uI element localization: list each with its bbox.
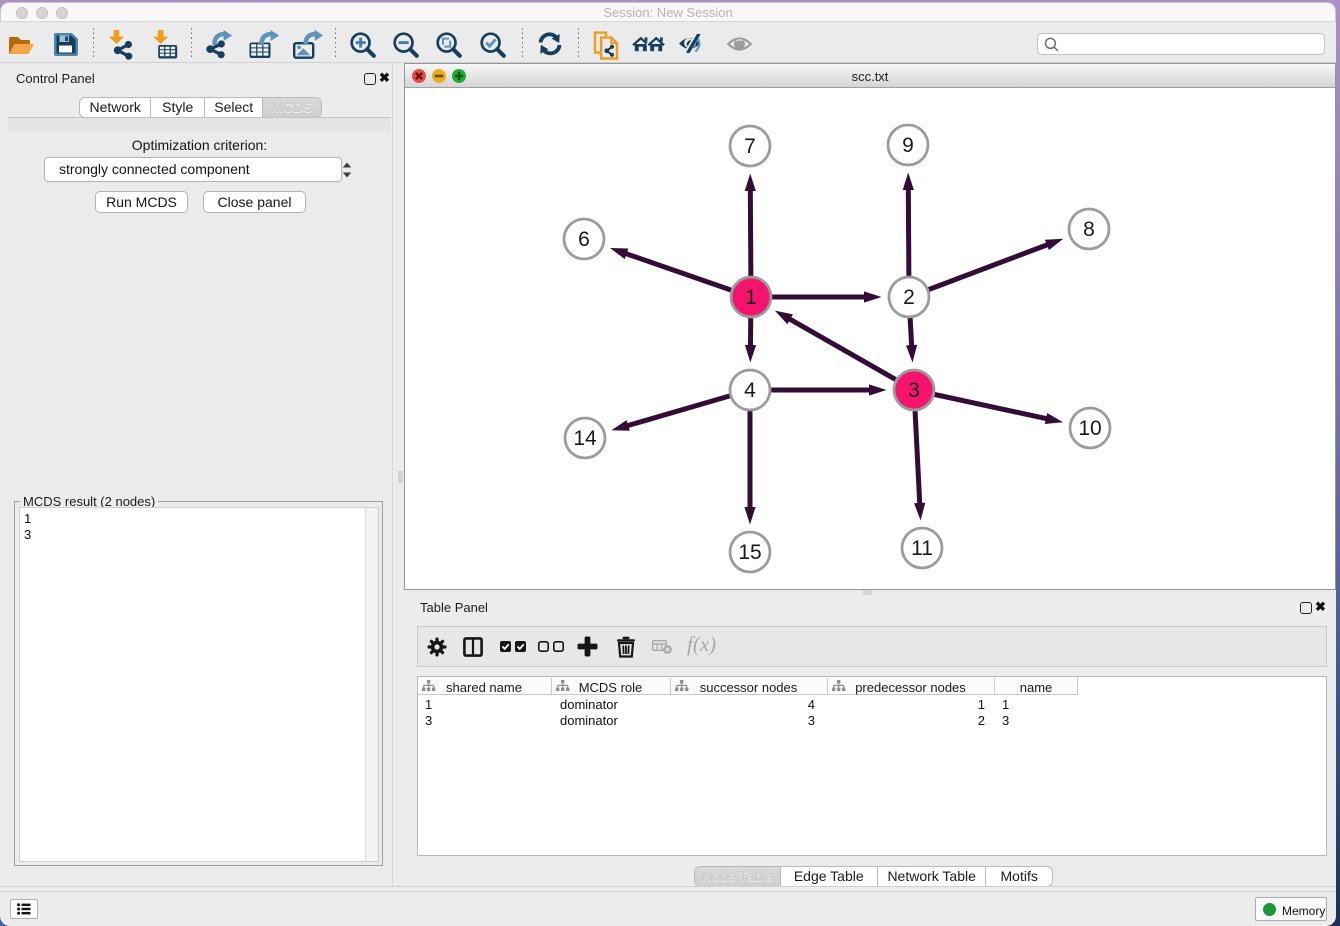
svg-text:11: 11 bbox=[911, 537, 933, 560]
svg-text:10: 10 bbox=[1078, 417, 1101, 440]
svg-text:3: 3 bbox=[908, 379, 920, 402]
svg-text:1: 1 bbox=[745, 286, 757, 309]
svg-text:2: 2 bbox=[903, 286, 915, 309]
svg-text:8: 8 bbox=[1083, 218, 1095, 241]
svg-text:14: 14 bbox=[573, 427, 597, 450]
svg-text:9: 9 bbox=[902, 134, 914, 157]
svg-text:7: 7 bbox=[744, 135, 756, 158]
svg-text:4: 4 bbox=[744, 379, 756, 402]
svg-text:15: 15 bbox=[738, 541, 761, 564]
svg-text:6: 6 bbox=[578, 228, 590, 251]
